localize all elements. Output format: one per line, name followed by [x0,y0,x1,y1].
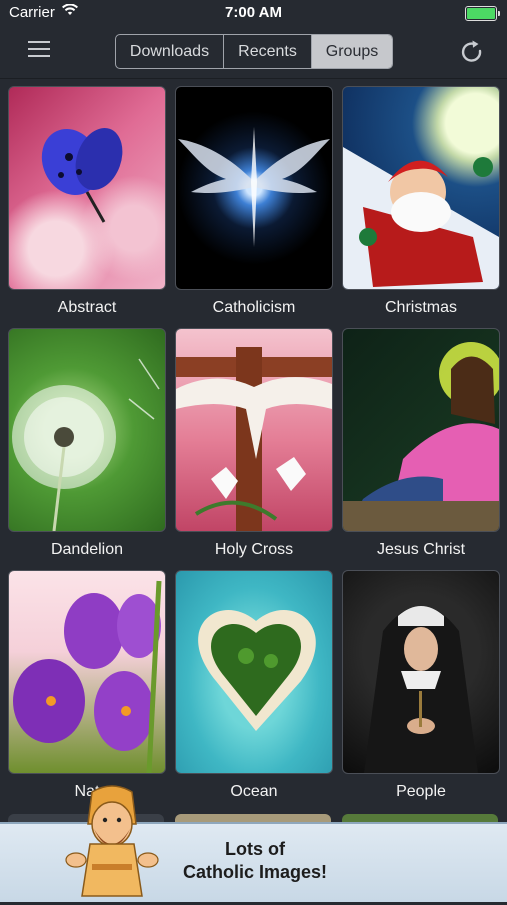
group-tile-ocean[interactable]: Ocean [175,570,333,801]
clock-time: 7:00 AM [225,4,282,21]
catholicism-thumbnail [175,86,333,290]
group-tile-christmas[interactable]: Christmas [342,86,500,317]
group-tile-holy-cross[interactable]: Holy Cross [175,328,333,559]
dandelion-thumbnail [8,328,166,532]
group-label: Christmas [384,299,457,316]
group-tile-dandelion[interactable]: Dandelion [8,328,166,559]
people-thumbnail [342,570,500,774]
abstract-thumbnail [8,86,166,290]
refresh-icon[interactable] [458,38,486,66]
holy-cross-thumbnail [175,328,333,532]
groups-grid: Abstract Catholicism Christmas Dandelion… [0,79,507,820]
promo-line-2: Catholic Images! [182,862,328,882]
jesus-christ-thumbnail [342,328,500,532]
battery-icon [465,6,500,21]
nav-bar: Downloads Recents Groups [0,26,507,79]
promo-line-1: Lots of [225,839,285,859]
segmented-control: Downloads Recents Groups [115,34,393,69]
group-label: Catholicism [212,299,296,316]
segment-recents[interactable]: Recents [224,35,312,68]
ocean-thumbnail [175,570,333,774]
mascot-illustration [62,784,162,900]
nature-thumbnail [8,570,166,774]
group-label: Abstract [57,299,117,316]
group-label: Holy Cross [214,541,294,558]
status-bar: Carrier 7:00 AM [0,0,507,26]
group-tile-jesus-christ[interactable]: Jesus Christ [342,328,500,559]
hamburger-menu-icon[interactable] [28,40,52,58]
segment-downloads[interactable]: Downloads [116,35,224,68]
group-label: Ocean [230,783,278,800]
group-label: Dandelion [50,541,124,558]
christmas-thumbnail [342,86,500,290]
group-tile-nature[interactable]: Nat [8,570,166,801]
group-label: People [396,783,446,800]
group-tile-catholicism[interactable]: Catholicism [175,86,333,317]
promo-text: Lots of Catholic Images! [140,838,370,884]
group-tile-people[interactable]: People [342,570,500,801]
group-label: Jesus Christ [376,541,466,558]
group-tile-abstract[interactable]: Abstract [8,86,166,317]
segment-groups[interactable]: Groups [312,35,392,68]
